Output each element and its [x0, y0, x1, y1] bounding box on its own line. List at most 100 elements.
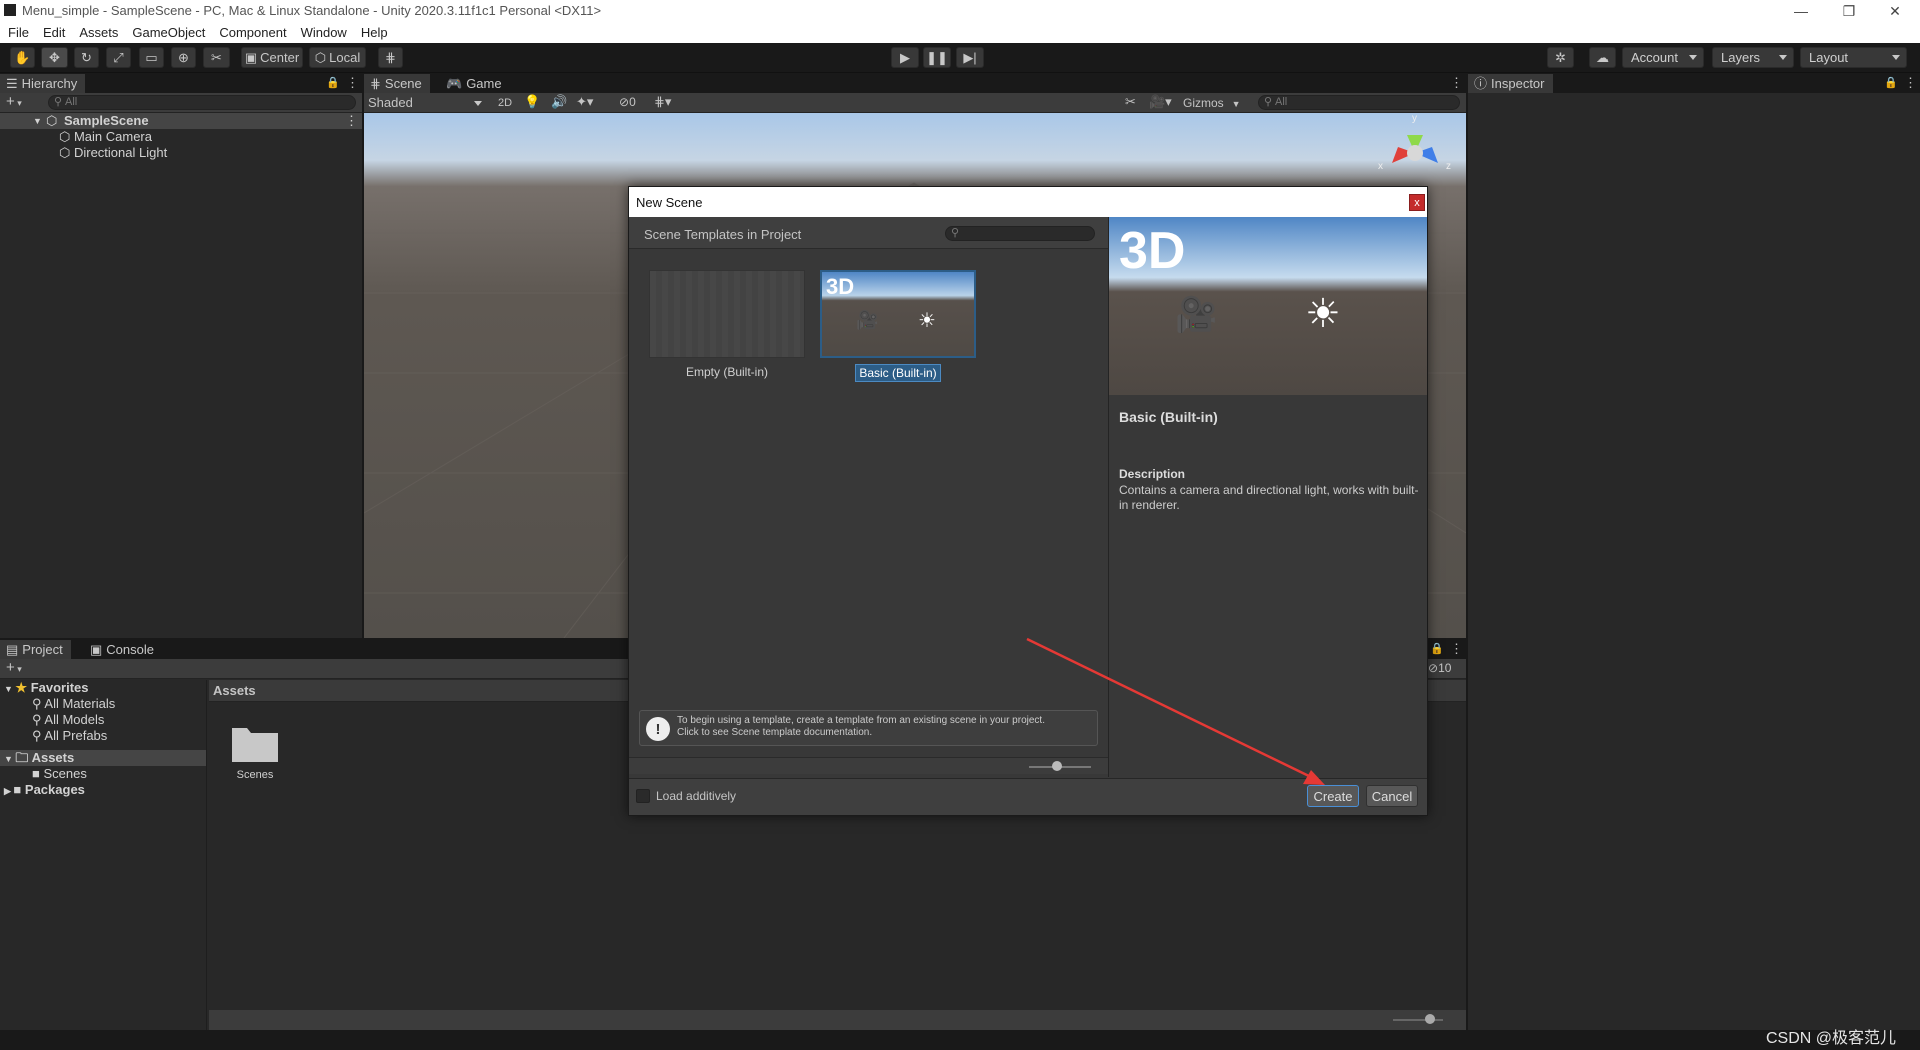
hidden-objects-counter[interactable]: ⊘0: [619, 95, 636, 109]
template-search-input[interactable]: ⚲: [945, 226, 1095, 241]
create-asset-button[interactable]: + ▾: [6, 659, 22, 678]
scene-row[interactable]: ▼ ⬡ SampleScene ⋮: [0, 113, 362, 129]
hierarchy-tabbar: ☰ Hierarchy 🔒 ⋮: [0, 74, 362, 93]
hierarchy-item[interactable]: ⬡ Main Camera: [59, 129, 152, 145]
asset-folder-tile[interactable]: Scenes: [229, 720, 281, 790]
layers-dropdown[interactable]: Layers: [1712, 47, 1794, 68]
tab-console[interactable]: ▣ Console: [84, 640, 162, 659]
template-basic[interactable]: 3D 🎥 ☀ Basic (Built-in): [820, 270, 976, 382]
step-button[interactable]: ▶|: [956, 47, 984, 68]
dialog-close-button[interactable]: x: [1409, 194, 1425, 211]
load-additively-checkbox[interactable]: [636, 789, 650, 803]
cloud-icon[interactable]: ☁: [1589, 47, 1616, 68]
eye-off-icon: ⊘: [619, 95, 630, 109]
minimize-button[interactable]: —: [1778, 0, 1824, 22]
hierarchy-search-input[interactable]: ⚲ All: [48, 95, 356, 110]
scene-menu-icon[interactable]: ⋮: [345, 113, 358, 129]
info-link[interactable]: Click to see Scene template documentatio…: [677, 727, 1045, 739]
lighting-toggle-icon[interactable]: 💡: [524, 94, 540, 110]
tab-inspector[interactable]: ⓘ Inspector: [1468, 74, 1553, 93]
create-button[interactable]: Create: [1307, 785, 1359, 807]
axis-y-label: y: [1412, 113, 1417, 124]
breadcrumb[interactable]: Assets: [213, 683, 256, 698]
scale-tool-icon[interactable]: ⤢: [106, 47, 131, 68]
lock-icon[interactable]: 🔒: [1430, 642, 1444, 655]
scene-search-input[interactable]: ⚲ All: [1258, 95, 1460, 110]
gameobject-cube-icon: ⬡: [59, 145, 74, 160]
transform-tool-icon[interactable]: ⊕: [171, 47, 196, 68]
tools-icon[interactable]: ✂: [1125, 94, 1136, 110]
assets-folder[interactable]: ▼ 🗀 Assets: [0, 750, 206, 766]
restore-button[interactable]: ❐: [1826, 0, 1872, 22]
dialog-footer: Load additively Create Cancel: [629, 778, 1427, 815]
menu-component[interactable]: Component: [212, 22, 293, 43]
orientation-gizmo[interactable]: y x z: [1374, 113, 1456, 188]
gizmos-dropdown[interactable]: Gizmos ▼: [1183, 95, 1247, 111]
tab-hierarchy[interactable]: ☰ Hierarchy: [0, 74, 86, 93]
tab-game[interactable]: 🎮 Game: [440, 74, 510, 93]
scene-toolbar: Shaded 2D 💡 🔊 ✦▾ ⊘0 ⋕▾ ✂ 🎥▾ Gizmos ▼ ⚲ All: [364, 93, 1466, 113]
move-tool-icon[interactable]: ✥: [41, 47, 68, 68]
shading-mode-dropdown[interactable]: Shaded: [368, 95, 486, 111]
new-scene-dialog: New Scene x Scene Templates in Project ⚲…: [628, 186, 1428, 816]
load-additively-label[interactable]: Load additively: [656, 789, 736, 803]
hand-tool-icon[interactable]: ✋: [10, 47, 35, 68]
expand-arrow-icon[interactable]: ▼: [33, 113, 42, 129]
template-info-box[interactable]: ! To begin using a template, create a te…: [639, 710, 1098, 746]
template-empty[interactable]: Empty (Built-in): [649, 270, 805, 380]
play-button[interactable]: ▶: [891, 47, 919, 68]
lock-icon[interactable]: 🔒: [326, 76, 340, 89]
rotate-tool-icon[interactable]: ↻: [74, 47, 99, 68]
toggle-2d-button[interactable]: 2D: [492, 95, 518, 111]
scenes-folder[interactable]: ■ Scenes: [32, 766, 87, 782]
menu-file[interactable]: File: [1, 22, 36, 43]
favorites-section[interactable]: ▼ ★ Favorites: [4, 680, 89, 696]
close-window-button[interactable]: ✕: [1872, 0, 1918, 22]
custom-tool-icon[interactable]: ✂: [203, 47, 230, 68]
hierarchy-item[interactable]: ⬡ Directional Light: [59, 145, 167, 161]
template-size-bar: [629, 757, 1108, 774]
kebab-menu-icon[interactable]: ⋮: [1450, 641, 1463, 657]
tab-project[interactable]: ▤ Project: [0, 640, 71, 659]
pivot-local-toggle[interactable]: ⬡ Local: [309, 47, 366, 68]
add-object-button[interactable]: + ▾: [6, 93, 22, 112]
menu-edit[interactable]: Edit: [36, 22, 72, 43]
menu-window[interactable]: Window: [294, 22, 354, 43]
pivot-center-toggle[interactable]: ▣ Center: [241, 47, 303, 68]
favorite-item[interactable]: ⚲ All Models: [32, 712, 104, 728]
kebab-menu-icon[interactable]: ⋮: [346, 75, 359, 91]
layout-dropdown[interactable]: Layout: [1800, 47, 1907, 68]
project-footer: [209, 1010, 1466, 1030]
hidden-packages-counter[interactable]: ⊘10: [1428, 661, 1451, 675]
cancel-button[interactable]: Cancel: [1366, 785, 1418, 807]
favorite-item[interactable]: ⚲ All Prefabs: [32, 728, 107, 744]
icon-size-slider[interactable]: [1393, 1019, 1443, 1021]
audio-toggle-icon[interactable]: 🔊: [551, 94, 567, 110]
watermark-text: CSDN @极客范儿: [1766, 1030, 1897, 1047]
warning-icon: !: [646, 717, 670, 741]
slider-thumb[interactable]: [1052, 761, 1062, 771]
camera-icon: 🎥: [1175, 296, 1218, 334]
kebab-menu-icon[interactable]: ⋮: [1904, 75, 1917, 91]
camera-settings-icon[interactable]: 🎥▾: [1149, 94, 1172, 110]
collab-icon[interactable]: ✲: [1547, 47, 1574, 68]
grid-snap-icon[interactable]: ⋕: [378, 47, 403, 68]
rect-tool-icon[interactable]: ▭: [139, 47, 164, 68]
packages-folder[interactable]: ▶ ■ Packages: [4, 782, 85, 798]
status-bar: CSDN @极客范儿: [0, 1030, 1920, 1050]
templates-header: Scene Templates in Project ⚲: [629, 217, 1108, 249]
menu-gameobject[interactable]: GameObject: [125, 22, 212, 43]
kebab-menu-icon[interactable]: ⋮: [1450, 75, 1463, 91]
grid-toggle-icon[interactable]: ⋕▾: [654, 94, 671, 110]
menu-help[interactable]: Help: [354, 22, 395, 43]
effects-toggle-icon[interactable]: ✦▾: [576, 94, 593, 110]
slider-thumb[interactable]: [1425, 1014, 1435, 1024]
preview-3d-label: 3D: [1119, 222, 1186, 280]
tab-scene[interactable]: ⋕ Scene: [364, 74, 430, 93]
favorite-item[interactable]: ⚲ All Materials: [32, 696, 115, 712]
menu-assets[interactable]: Assets: [72, 22, 125, 43]
pause-button[interactable]: ❚❚: [923, 47, 951, 68]
account-dropdown[interactable]: Account: [1622, 47, 1704, 68]
lock-icon[interactable]: 🔒: [1884, 76, 1898, 89]
folder-icon: ■: [13, 782, 22, 797]
